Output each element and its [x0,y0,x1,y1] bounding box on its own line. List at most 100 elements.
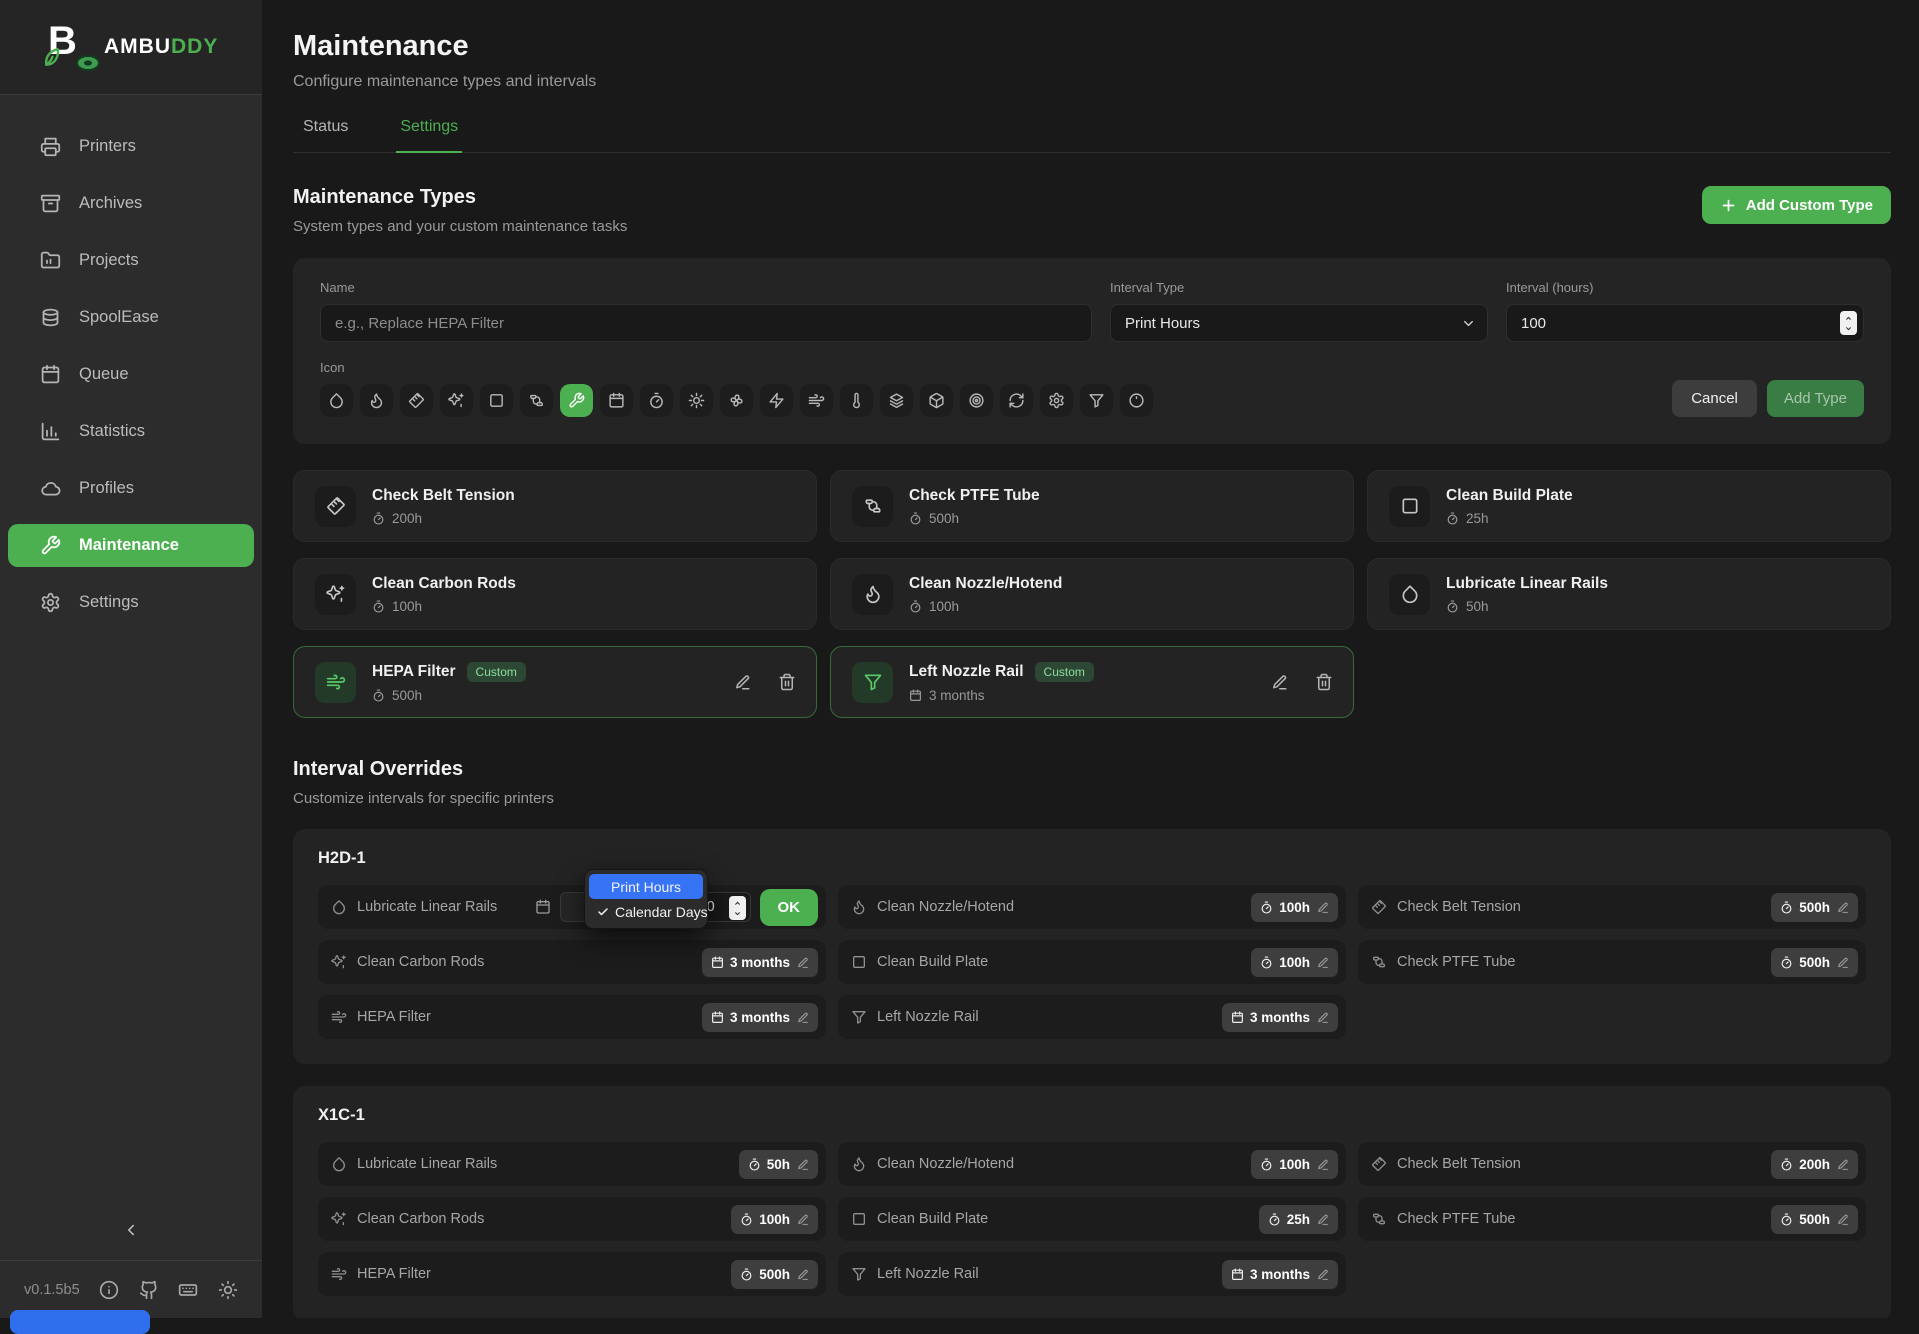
edit-icon [1836,956,1849,969]
delete-button[interactable] [1315,673,1333,691]
override-value: 100h [759,1212,790,1227]
calendar-icon [1231,1268,1244,1281]
sidebar-item-projects[interactable]: Projects [8,239,254,282]
sun-button[interactable] [218,1280,238,1300]
override-value-pill[interactable]: 3 months [702,948,818,977]
sidebar-item-label: SpoolEase [79,308,159,327]
edit-button[interactable] [733,673,751,691]
interval-type-select[interactable]: Print Hours [1110,304,1488,342]
name-input[interactable] [320,304,1092,342]
sidebar-item-maintenance[interactable]: Maintenance [8,524,254,567]
icon-option-sparkles[interactable] [440,384,473,417]
override-task-label: Lubricate Linear Rails [357,899,497,915]
icon-option-disc[interactable] [960,384,993,417]
check-icon [597,906,609,918]
override-grid: Lubricate Linear Rails50hClean Carbon Ro… [318,1142,1866,1296]
interval-value: 100h [929,599,959,614]
add-type-button[interactable]: Add Type [1767,380,1864,417]
delete-button[interactable] [778,673,796,691]
interval-hours-input[interactable] [1506,304,1864,342]
dropdown-option[interactable]: Print Hours [589,874,703,899]
type-card-body: Clean Nozzle/Hotend 100h [909,575,1062,614]
override-value-pill[interactable]: 100h [1251,893,1338,922]
type-card: Check PTFE Tube500h [830,470,1354,542]
override-value-pill[interactable]: 100h [1251,1150,1338,1179]
number-stepper[interactable] [1840,311,1857,335]
override-value-pill[interactable]: 3 months [1222,1260,1338,1289]
tab-settings[interactable]: Settings [396,118,462,153]
icon-option-wrench[interactable] [560,384,593,417]
type-card-title: Clean Nozzle/Hotend [909,575,1062,593]
sidebar-item-archives[interactable]: Archives [8,182,254,225]
icon-option-gauge[interactable] [1120,384,1153,417]
logo: B AMBUDDY [0,0,262,95]
edit-button[interactable] [1270,673,1288,691]
sidebar-item-queue[interactable]: Queue [8,353,254,396]
icon-picker [320,384,1864,417]
override-value-pill[interactable]: 500h [1771,948,1858,977]
icon-option-refresh[interactable] [1000,384,1033,417]
icon-option-calendar[interactable] [600,384,633,417]
sidebar-item-profiles[interactable]: Profiles [8,467,254,510]
icon-option-layers[interactable] [880,384,913,417]
type-card: Check Belt Tension200h [293,470,817,542]
github-button[interactable] [139,1280,159,1300]
sidebar-collapse-button[interactable] [111,1214,151,1246]
tab-bar: Status Settings [293,118,1891,153]
calendar-icon [909,689,922,702]
icon-option-funnel[interactable] [1080,384,1113,417]
keyboard-button[interactable] [178,1280,198,1300]
sidebar-bottom: v0.1.5b5 [0,1202,262,1318]
icon-option-cable[interactable] [520,384,553,417]
timer-icon [1268,1213,1281,1226]
icon-option-square[interactable] [480,384,513,417]
calendar-icon [711,956,724,969]
settings-icon [40,592,61,613]
icon-option-wind[interactable] [800,384,833,417]
interval-value: 3 months [929,688,985,703]
icon-option-box[interactable] [920,384,953,417]
override-task-label: Clean Carbon Rods [357,954,484,970]
sidebar-item-spoolease[interactable]: SpoolEase [8,296,254,339]
override-value-pill[interactable]: 200h [1771,1150,1858,1179]
override-value-pill[interactable]: 100h [1251,948,1338,977]
add-custom-type-button[interactable]: Add Custom Type [1702,186,1891,224]
icon-option-timer[interactable] [640,384,673,417]
number-stepper[interactable] [729,896,746,920]
cancel-button[interactable]: Cancel [1672,380,1757,417]
spool-icon [76,55,100,71]
override-value-pill[interactable]: 3 months [702,1003,818,1032]
override-value-pill[interactable]: 500h [1771,893,1858,922]
override-task-label: Check PTFE Tube [1397,954,1515,970]
timer-icon [1780,956,1793,969]
override-value-pill[interactable]: 100h [731,1205,818,1234]
sidebar-item-statistics[interactable]: Statistics [8,410,254,453]
override-value-pill[interactable]: 500h [731,1260,818,1289]
override-value-pill[interactable]: 3 months [1222,1003,1338,1032]
override-row: Check Belt Tension200h [1358,1142,1866,1186]
type-card-body: Left Nozzle RailCustom3 months [909,662,1094,703]
tab-status[interactable]: Status [299,118,352,153]
info-button[interactable] [99,1280,119,1300]
sidebar-item-printers[interactable]: Printers [8,125,254,168]
icon-option-thermometer[interactable] [840,384,873,417]
icon-option-droplet[interactable] [320,384,353,417]
sidebar: B AMBUDDY Printers Archives Projects SpoolE… [0,0,262,1318]
icon-option-ruler[interactable] [400,384,433,417]
type-card: Lubricate Linear Rails50h [1367,558,1891,630]
override-value-pill[interactable]: 50h [739,1150,818,1179]
override-value-pill[interactable]: 25h [1259,1205,1338,1234]
type-card-interval: 50h [1446,599,1608,614]
ok-button[interactable]: OK [760,889,819,926]
override-value-pill[interactable]: 500h [1771,1205,1858,1234]
cable-icon [852,486,893,527]
sidebar-item-settings[interactable]: Settings [8,581,254,624]
icon-option-fan[interactable] [720,384,753,417]
type-card-title-row: Clean Nozzle/Hotend [909,575,1062,593]
icon-option-flame[interactable] [360,384,393,417]
dropdown-option[interactable]: Calendar Days [589,899,703,924]
icon-option-settings[interactable] [1040,384,1073,417]
icon-option-zap[interactable] [760,384,793,417]
icon-option-cog[interactable] [680,384,713,417]
timer-icon [1780,1213,1793,1226]
